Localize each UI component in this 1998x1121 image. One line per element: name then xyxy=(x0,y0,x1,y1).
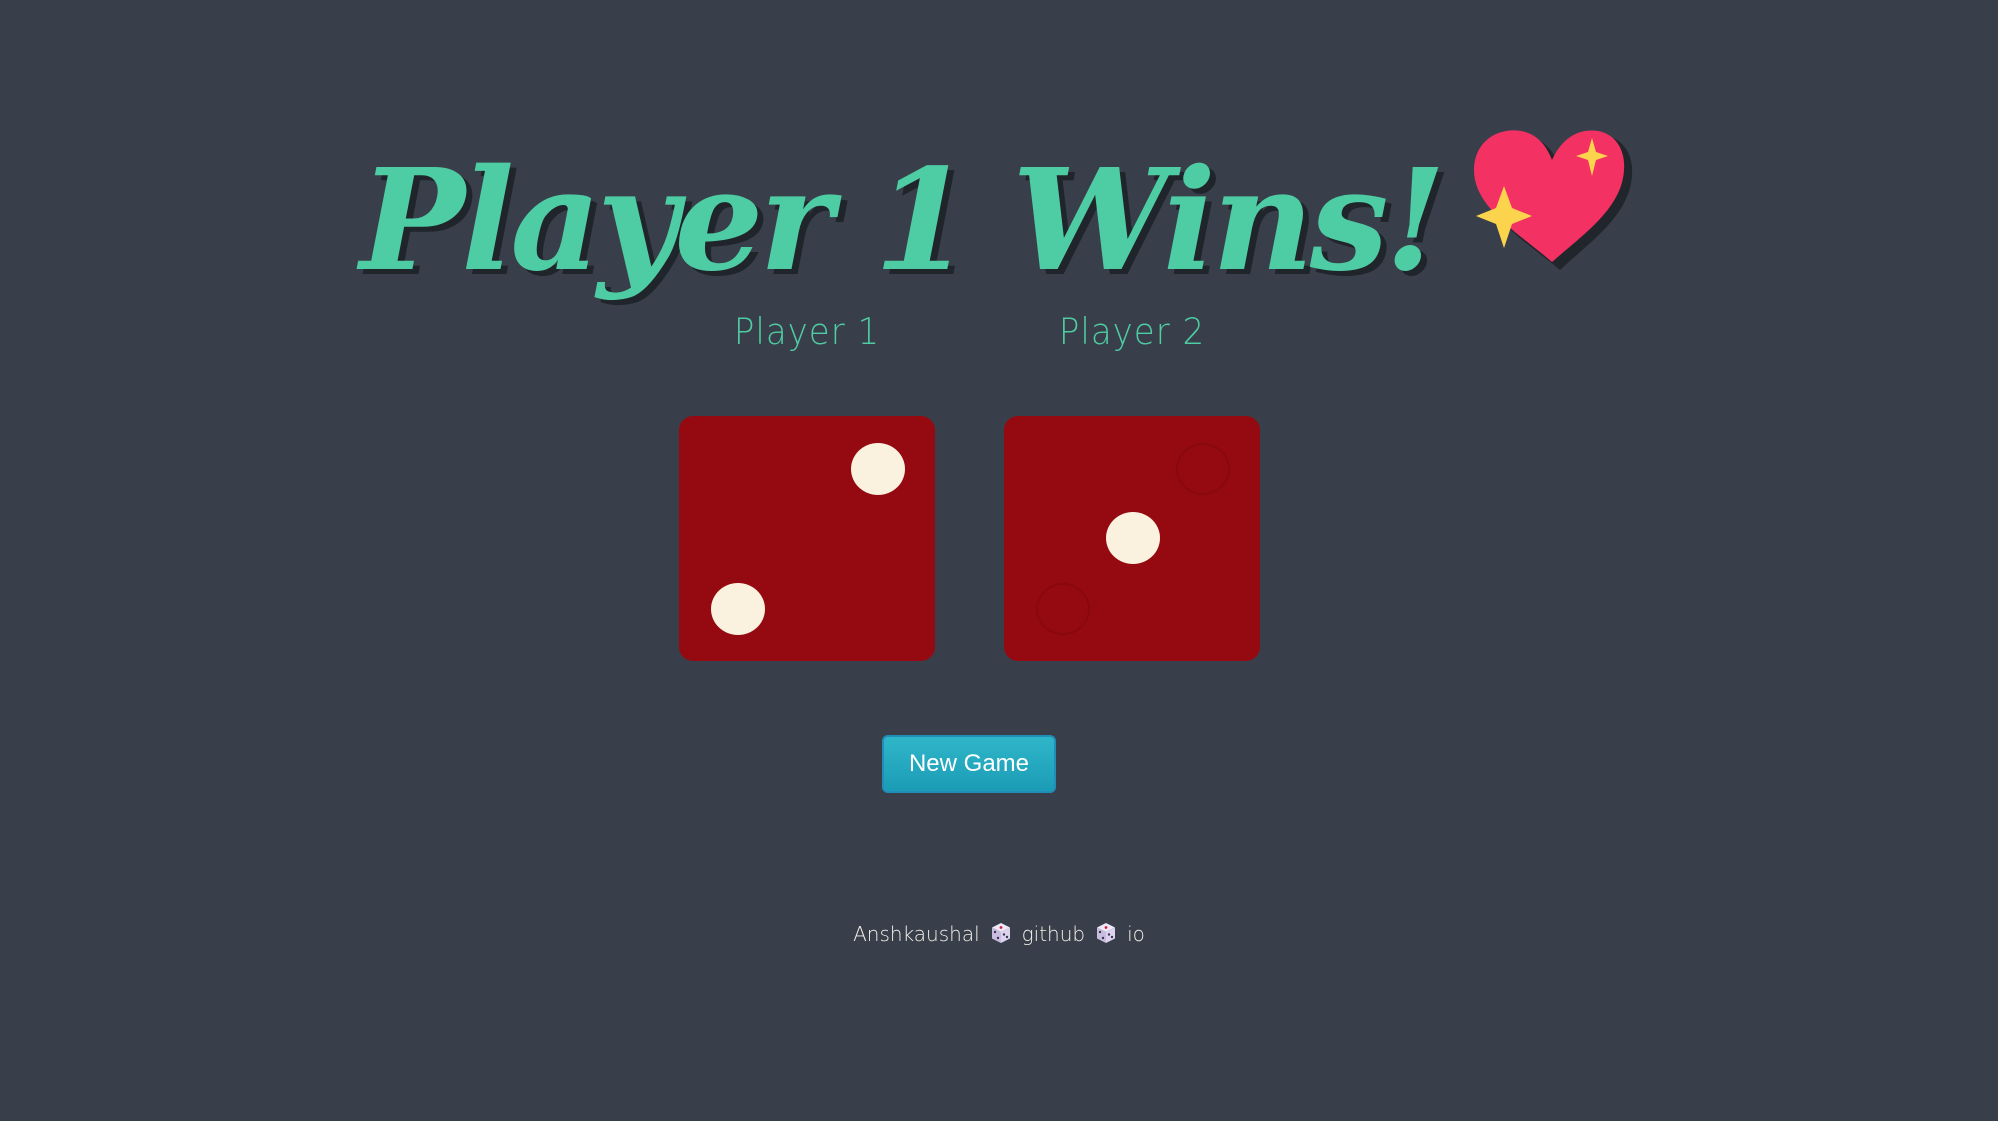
die-pip-ghost xyxy=(1176,443,1230,495)
footer-domain: io xyxy=(1127,922,1145,946)
footer-site: github xyxy=(1021,922,1086,946)
player-2-label: Player 2 xyxy=(1058,310,1206,354)
sparkling-heart-icon xyxy=(1468,126,1638,316)
die-pip-ghost xyxy=(1036,583,1090,635)
player-1-label: Player 1 xyxy=(733,310,881,354)
game-die-icon xyxy=(1095,922,1117,949)
new-game-button[interactable]: New Game xyxy=(882,735,1056,793)
die-pip xyxy=(711,583,765,635)
player-1-die xyxy=(679,416,935,661)
game-die-icon xyxy=(990,922,1012,949)
footer-credit: Anshkaushal github io xyxy=(0,922,1998,949)
result-text: Player 1 Wins! xyxy=(359,138,1446,303)
player-2-die xyxy=(1004,416,1260,661)
die-pip xyxy=(851,443,905,495)
footer-author: Anshkaushal xyxy=(853,922,980,946)
game-result-title: Player 1 Wins! xyxy=(0,130,1998,317)
die-pip xyxy=(1106,512,1160,564)
